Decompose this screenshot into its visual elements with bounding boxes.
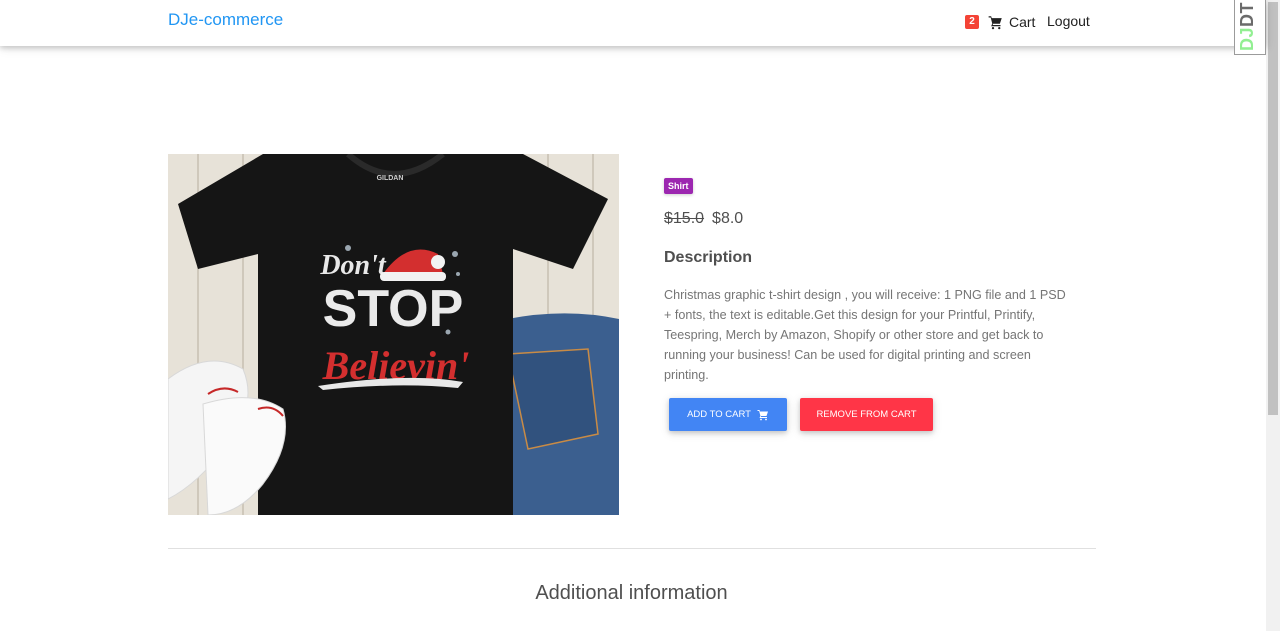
old-price: $15.0 <box>664 210 705 227</box>
debug-toolbar-logo: DJDT <box>1237 1 1257 51</box>
description-text: Christmas graphic t-shirt design , you w… <box>664 288 1066 382</box>
shopping-cart-icon <box>988 15 1002 29</box>
price-row: $15.0 $8.0 <box>664 210 743 228</box>
add-to-cart-button[interactable]: Add to cart <box>669 398 787 431</box>
shopping-cart-icon <box>757 409 768 420</box>
section-divider <box>168 548 1096 549</box>
remove-from-cart-label: Remove from cart <box>816 409 917 420</box>
description-heading: Description <box>664 249 753 266</box>
shirt-print-line2: STOP <box>323 280 464 338</box>
shirt-print-line1: Don't <box>319 250 387 281</box>
remove-from-cart-button[interactable]: Remove from cart <box>800 398 933 431</box>
product-image: GILDAN Don't STOP Believin' <box>168 154 619 515</box>
shirt-tag-text: GILDAN <box>377 175 404 182</box>
debug-toolbar-handle[interactable]: DJDT <box>1234 0 1266 55</box>
additional-information-heading: Additional information <box>535 582 728 604</box>
product-photo: GILDAN Don't STOP Believin' <box>168 154 619 515</box>
category-badge[interactable]: Shirt <box>664 178 693 194</box>
scrollbar-thumb[interactable] <box>1268 2 1278 415</box>
current-price: $8.0 <box>712 210 744 227</box>
add-to-cart-label: Add to cart <box>687 409 751 420</box>
navbar: DJe-commerce 2 Cart Logout <box>0 0 1266 46</box>
logout-link[interactable]: Logout <box>1047 13 1090 29</box>
cart-label: Cart <box>1009 14 1036 30</box>
cart-link[interactable]: Cart <box>988 12 1035 32</box>
page-scrollbar[interactable] <box>1266 0 1280 631</box>
brand-link[interactable]: DJe-commerce <box>168 10 283 30</box>
cart-count-badge: 2 <box>965 15 979 29</box>
